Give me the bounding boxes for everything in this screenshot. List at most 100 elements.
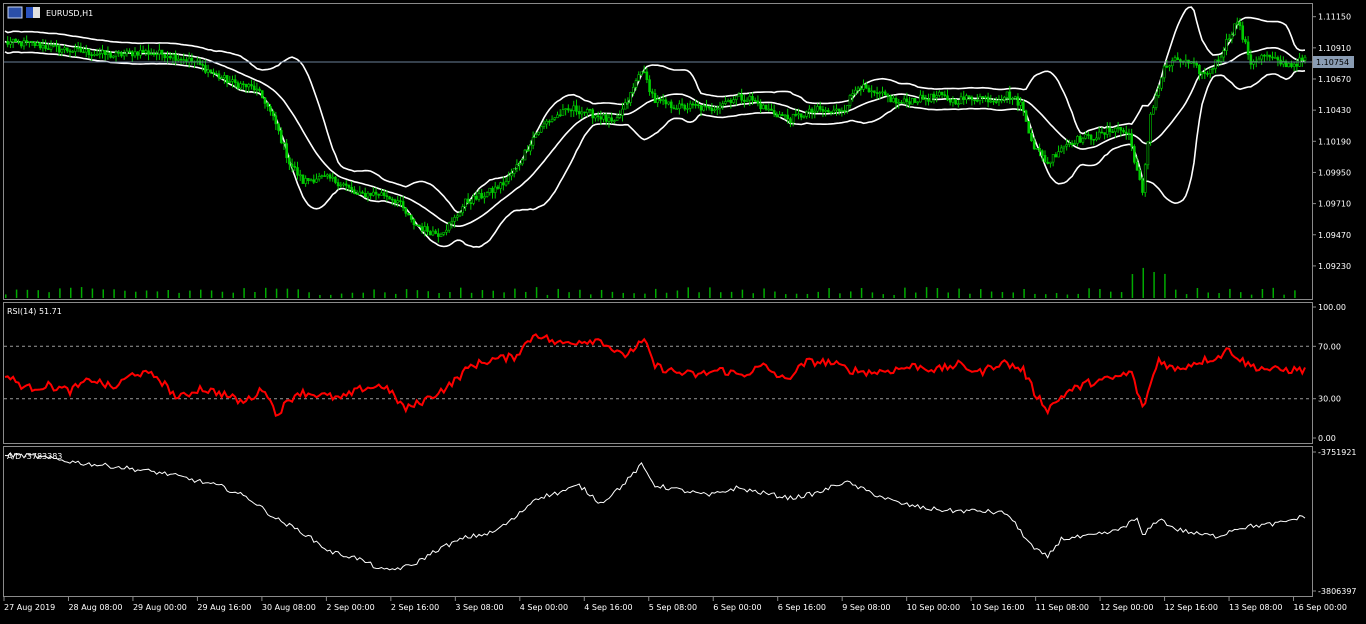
candle-body [648, 79, 651, 93]
candle-body [610, 117, 613, 122]
candle-body [98, 53, 102, 55]
candle-body [1030, 132, 1033, 142]
candle-body [680, 103, 684, 106]
candle-body [1087, 134, 1090, 136]
candle-body [1176, 57, 1180, 60]
candle-body [699, 105, 703, 111]
candle-body [1265, 54, 1269, 57]
candle-body [504, 181, 508, 186]
candle-body [691, 103, 695, 106]
candle-body [339, 184, 343, 187]
candle-body [260, 90, 264, 99]
candle-body [661, 99, 665, 102]
volume-bar [850, 291, 852, 298]
volume-bar [806, 293, 809, 298]
candle-body [252, 85, 256, 91]
candle-body [567, 108, 570, 111]
candle-body [1059, 147, 1063, 152]
candle-body [813, 110, 817, 113]
candle-body [206, 69, 210, 73]
volume-bar [1207, 292, 1209, 298]
volume-bar [1023, 289, 1025, 298]
candle-body [965, 95, 968, 100]
candle-body [789, 118, 792, 124]
candle-body [236, 82, 240, 89]
volume-bar [449, 292, 451, 298]
chart-canvas[interactable]: EURUSD,H1 1.111501.109101.106701.104301.… [0, 0, 1366, 620]
candle-body [1170, 60, 1174, 67]
candle-body [79, 47, 83, 53]
candle-body [929, 93, 933, 102]
price-tick-label: 1.10910 [1318, 44, 1351, 53]
candle-body [875, 92, 879, 94]
candle-body [526, 149, 530, 152]
candle-body [155, 53, 158, 56]
candle-body [848, 95, 852, 106]
candle-body [1154, 95, 1158, 109]
candle-body [350, 187, 353, 191]
candle-body [369, 192, 372, 196]
candle-body [317, 175, 321, 180]
candle-body [870, 90, 873, 93]
candle-body [1049, 161, 1052, 164]
candle-body [591, 109, 595, 119]
candle-body [1300, 57, 1304, 61]
candle-body [710, 107, 714, 112]
window-icon [7, 6, 23, 19]
candle-body [718, 105, 722, 110]
candle-body [829, 111, 833, 114]
volume-bar [200, 289, 202, 298]
time-tick-label: 30 Aug 08:00 [262, 603, 316, 612]
candle-body [707, 106, 711, 109]
candle-body [168, 55, 172, 59]
candle-body [474, 195, 478, 200]
price-tick-label: 1.09710 [1318, 200, 1351, 209]
candle-body [320, 175, 324, 177]
candle-body [878, 92, 882, 95]
candle-body [745, 99, 749, 102]
candle-body [33, 41, 37, 47]
candle-body [120, 52, 123, 57]
candle-body [11, 38, 15, 43]
time-tick-label: 27 Aug 2019 [4, 603, 55, 612]
candle-body [1081, 137, 1085, 143]
volume-bar [340, 293, 343, 298]
candle-body [1127, 133, 1131, 135]
candle-body [179, 58, 183, 61]
candle-body [399, 200, 402, 202]
trading-terminal-chart-window[interactable]: EURUSD,H1 1.11150 1.10910 1.10670 1.10430 1.… [0, 0, 1366, 620]
candle-body [445, 229, 448, 233]
candle-body [1032, 140, 1036, 150]
candle-body [288, 157, 291, 165]
volume-bar [1142, 267, 1144, 298]
candle-body [466, 198, 470, 204]
volume-bar [297, 289, 299, 298]
candle-body [1249, 54, 1253, 65]
candle-body [697, 104, 700, 107]
time-tick-label: 4 Sep 16:00 [584, 603, 632, 612]
candle-body [255, 88, 259, 91]
symbol-label-group: EURUSD,H1 [7, 6, 93, 19]
candle-body [1062, 145, 1066, 149]
candle-body [1103, 132, 1106, 135]
candle-body [390, 198, 394, 201]
volume-bar [1164, 273, 1166, 298]
candle-body [1271, 56, 1274, 59]
candle-body [388, 196, 391, 200]
candle-body [759, 103, 762, 110]
candle-body [753, 99, 757, 102]
candle-body [986, 96, 990, 103]
candle-body [805, 111, 808, 117]
candle-body [1043, 155, 1047, 163]
candle-body [539, 126, 543, 133]
candle-body [1108, 127, 1112, 132]
candle-body [515, 164, 519, 169]
candle-body [659, 99, 662, 102]
candle-body [957, 103, 960, 106]
price-tick-label: 1.09470 [1318, 231, 1351, 240]
candle-body [529, 144, 532, 152]
candle-body [334, 176, 337, 183]
candle-body [935, 95, 938, 98]
candle-body [1073, 143, 1077, 145]
time-tick-label: 5 Sep 08:00 [649, 603, 697, 612]
